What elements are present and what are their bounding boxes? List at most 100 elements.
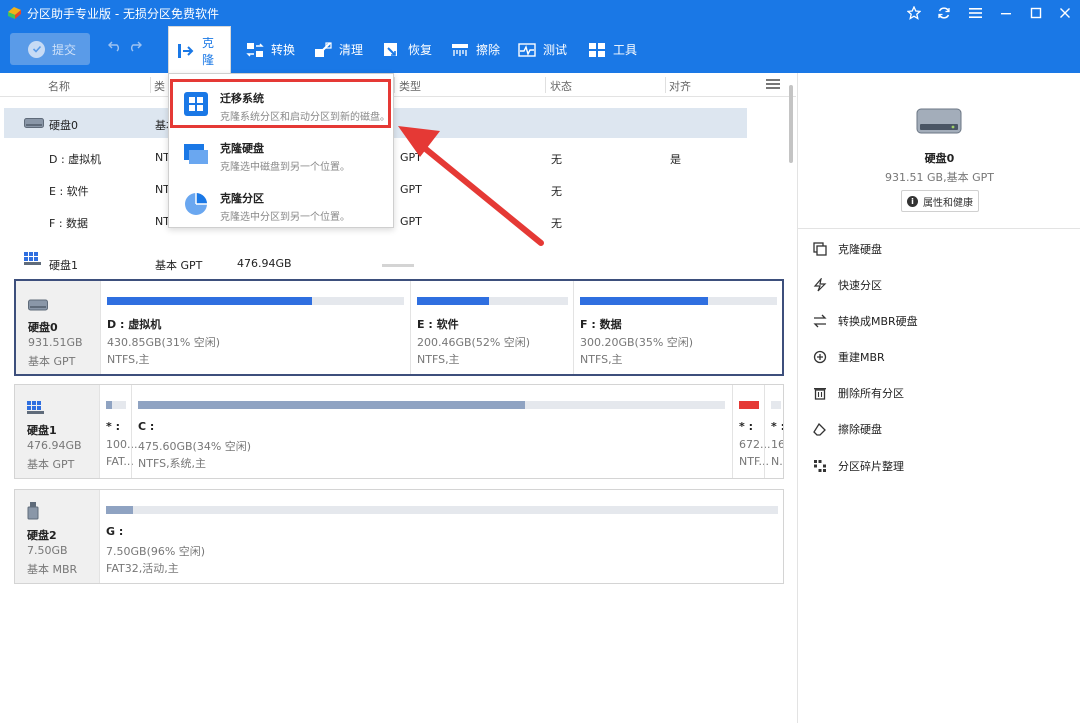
trash-icon bbox=[812, 385, 828, 401]
column-separator bbox=[665, 77, 666, 93]
action-quick-partition[interactable]: 快速分区 bbox=[812, 275, 882, 295]
partition-name: E : 软件 bbox=[417, 318, 459, 331]
row-align: 是 bbox=[670, 153, 681, 166]
tool-wipe[interactable]: 擦除 bbox=[443, 26, 508, 73]
info-icon: i bbox=[907, 195, 918, 207]
column-menu-icon[interactable] bbox=[766, 79, 780, 89]
horizontal-scrollbar[interactable] bbox=[382, 264, 414, 267]
tool-clone[interactable]: 克隆 bbox=[168, 26, 231, 74]
clone-disk-icon bbox=[184, 144, 208, 164]
disk-info: 硬盘1 476.94GB 基本 GPT bbox=[15, 385, 99, 478]
submit-button[interactable]: 提交 bbox=[10, 33, 90, 65]
submit-label: 提交 bbox=[52, 42, 77, 57]
partition-c-usage-bar bbox=[138, 401, 526, 409]
tool-convert[interactable]: 转换 bbox=[238, 26, 303, 73]
tool-recover[interactable]: 恢复 bbox=[375, 26, 440, 73]
top-bar: 分区助手专业版 - 无损分区免费软件 提交 克隆 转换 清理 恢复 擦除 测试 … bbox=[0, 0, 1080, 74]
tool-clean[interactable]: 清理 bbox=[306, 26, 371, 73]
minimize-icon[interactable] bbox=[997, 4, 1015, 22]
tool-clone-label: 克隆 bbox=[202, 35, 215, 67]
maximize-icon[interactable] bbox=[1027, 4, 1045, 22]
menu-item-desc: 克隆选中磁盘到另一个位置。 bbox=[220, 162, 350, 173]
disk-card-1[interactable]: 硬盘1 476.94GB 基本 GPT * : 100... FAT... C … bbox=[14, 384, 784, 479]
menu-item-clone-disk[interactable]: 克隆硬盘 克隆选中磁盘到另一个位置。 bbox=[169, 130, 393, 178]
col-align[interactable]: 对齐 bbox=[669, 78, 691, 94]
table-row[interactable]: 硬盘1 基本 GPT 476.94GB bbox=[4, 248, 747, 278]
close-icon[interactable] bbox=[1056, 4, 1074, 22]
convert-icon bbox=[812, 313, 828, 329]
partition-other[interactable]: * : 16... N... bbox=[764, 385, 783, 478]
menu-icon[interactable] bbox=[966, 4, 984, 22]
partition-esp[interactable]: * : 100... FAT... bbox=[99, 385, 138, 478]
recover-icon bbox=[383, 41, 401, 59]
app-logo-icon bbox=[8, 7, 21, 19]
action-label: 快速分区 bbox=[838, 279, 882, 292]
column-separator bbox=[150, 77, 151, 93]
partition-e[interactable]: E : 软件 200.46GB(52% 空闲) NTFS,主 bbox=[410, 281, 573, 374]
col-fs[interactable]: 类 bbox=[154, 78, 165, 94]
partition-name: F : 数据 bbox=[580, 318, 622, 331]
disk-name: 硬盘0 bbox=[28, 321, 58, 334]
menu-item-clone-partition[interactable]: 克隆分区 克隆选中分区到另一个位置。 bbox=[169, 180, 393, 228]
partition-c[interactable]: C : 475.60GB(34% 空闲) NTFS,系统,主 bbox=[131, 385, 732, 478]
redo-icon[interactable] bbox=[128, 40, 142, 56]
action-label: 克隆硬盘 bbox=[838, 243, 882, 256]
action-defrag[interactable]: 分区碎片整理 bbox=[812, 456, 904, 476]
partition-e-usage-bar bbox=[417, 297, 490, 305]
disk-card-0[interactable]: 硬盘0 931.51GB 基本 GPT D : 虚拟机 430.85GB(31%… bbox=[14, 279, 784, 376]
partition-name: * : bbox=[771, 420, 783, 433]
properties-health-button[interactable]: i 属性和健康 bbox=[901, 190, 979, 212]
action-clone-disk[interactable]: 克隆硬盘 bbox=[812, 239, 882, 259]
disk-name: 硬盘1 bbox=[27, 424, 57, 437]
title-bar: 分区助手专业版 - 无损分区免费软件 bbox=[0, 0, 1080, 26]
partition-f[interactable]: F : 数据 300.20GB(35% 空闲) NTFS,主 bbox=[573, 281, 782, 374]
test-icon bbox=[518, 41, 536, 59]
partition-fs: NTFS,主 bbox=[580, 353, 623, 366]
col-type[interactable]: 类型 bbox=[399, 78, 421, 94]
partition-recovery-usage-bar bbox=[739, 401, 759, 409]
partition-recovery[interactable]: * : 672... NTF... bbox=[732, 385, 771, 478]
tool-test[interactable]: 测试 bbox=[510, 26, 575, 73]
defrag-icon bbox=[812, 458, 828, 474]
column-separator bbox=[545, 77, 546, 93]
clean-icon bbox=[314, 41, 332, 59]
menu-item-title: 克隆硬盘 bbox=[220, 142, 264, 155]
row-name: F : 数据 bbox=[49, 217, 89, 230]
partition-fs: NTFS,主 bbox=[107, 353, 150, 366]
table-header: 名称 类 类型 状态 对齐 bbox=[0, 73, 796, 97]
partition-name: C : bbox=[138, 420, 155, 433]
properties-health-label: 属性和健康 bbox=[923, 197, 973, 209]
vertical-scrollbar[interactable] bbox=[789, 85, 793, 163]
row-name: 硬盘1 bbox=[49, 259, 78, 272]
partition-name: D : 虚拟机 bbox=[107, 318, 162, 331]
partition-fs: N... bbox=[771, 455, 783, 468]
clone-partition-icon bbox=[185, 193, 207, 215]
disk-type: 基本 GPT bbox=[27, 458, 75, 471]
star-icon[interactable] bbox=[905, 4, 923, 22]
tool-clean-label: 清理 bbox=[339, 43, 364, 57]
action-delete-all[interactable]: 删除所有分区 bbox=[812, 383, 904, 403]
toolbar: 提交 克隆 转换 清理 恢复 擦除 测试 工具 bbox=[0, 26, 1080, 74]
partition-info: 430.85GB(31% 空闲) bbox=[107, 336, 221, 349]
hdd-icon bbox=[24, 118, 44, 128]
partition-fs: NTFS,主 bbox=[417, 353, 460, 366]
col-name[interactable]: 名称 bbox=[48, 78, 70, 94]
refresh-icon[interactable] bbox=[935, 4, 953, 22]
undo-icon[interactable] bbox=[108, 40, 122, 56]
action-convert-mbr[interactable]: 转换成MBR硬盘 bbox=[812, 311, 918, 331]
disk-card-2[interactable]: 硬盘2 7.50GB 基本 MBR G : 7.50GB(96% 空闲) FAT… bbox=[14, 489, 784, 584]
action-wipe-disk[interactable]: 擦除硬盘 bbox=[812, 419, 882, 439]
menu-item-title: 克隆分区 bbox=[220, 192, 264, 205]
clone-disk-icon bbox=[812, 241, 828, 257]
main-area: 名称 类 类型 状态 对齐 硬盘0 基本 D : 虚拟机 NT GPT 无 是 … bbox=[0, 73, 796, 723]
disk-size: 7.50GB bbox=[27, 544, 68, 557]
tool-tools[interactable]: 工具 bbox=[580, 26, 645, 73]
tools-icon bbox=[588, 41, 606, 59]
usb-drive-icon bbox=[27, 502, 39, 520]
action-rebuild-mbr[interactable]: 重建MBR bbox=[812, 347, 885, 367]
disk-info: 硬盘0 931.51GB 基本 GPT bbox=[16, 281, 100, 374]
partition-g[interactable]: G : 7.50GB(96% 空闲) FAT32,活动,主 bbox=[99, 490, 783, 583]
row-name: E : 软件 bbox=[49, 185, 89, 198]
partition-d[interactable]: D : 虚拟机 430.85GB(31% 空闲) NTFS,主 bbox=[100, 281, 410, 374]
col-status[interactable]: 状态 bbox=[550, 78, 572, 94]
